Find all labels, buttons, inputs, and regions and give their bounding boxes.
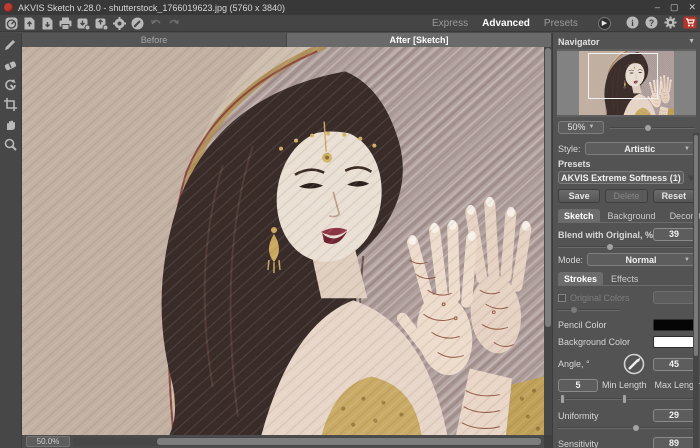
canvas-vertical-scrollbar[interactable] bbox=[544, 47, 552, 435]
canvas-zoom-indicator: 50.0% bbox=[26, 436, 70, 447]
image-canvas[interactable] bbox=[22, 47, 544, 435]
tab-sketch[interactable]: Sketch bbox=[558, 209, 600, 222]
mode-dropdown[interactable]: Normal▼ bbox=[587, 253, 695, 266]
style-dropdown[interactable]: Artistic▼ bbox=[585, 142, 695, 155]
hand-tool-icon[interactable] bbox=[3, 117, 19, 131]
tool-strip bbox=[0, 33, 22, 448]
length-range-slider[interactable] bbox=[558, 394, 695, 404]
history-brush-tool-icon[interactable] bbox=[3, 77, 19, 91]
hscroll-thumb[interactable] bbox=[157, 438, 541, 445]
settings-gear-icon[interactable] bbox=[663, 16, 678, 29]
sensitivity-label: Sensitivity bbox=[558, 439, 653, 448]
tab-after-sketch[interactable]: After [Sketch] bbox=[287, 33, 552, 47]
maximize-button[interactable]: ▢ bbox=[670, 3, 679, 12]
original-colors-checkbox bbox=[558, 294, 566, 302]
redo-icon bbox=[166, 17, 181, 30]
original-colors-label: Original Colors bbox=[570, 293, 649, 303]
navigator-thumbnail[interactable] bbox=[557, 49, 696, 117]
preset-dropdown[interactable]: AKVIS Extreme Softness (1)▼ bbox=[558, 171, 684, 184]
export-presets-icon[interactable] bbox=[94, 17, 109, 30]
save-preset-button[interactable]: Save bbox=[558, 189, 600, 203]
min-length-handle[interactable] bbox=[560, 394, 565, 404]
navigator-left-pad bbox=[557, 51, 579, 115]
import-presets-icon[interactable] bbox=[76, 17, 91, 30]
delete-preset-button: Delete bbox=[605, 189, 647, 203]
workspace-tab-advanced[interactable]: Advanced bbox=[482, 18, 530, 29]
svg-text:?: ? bbox=[649, 18, 655, 28]
angle-dial-icon[interactable] bbox=[623, 353, 645, 375]
print-icon[interactable] bbox=[58, 17, 73, 30]
app-window: AKVIS Sketch v.28.0 - shutterstock_17660… bbox=[0, 0, 700, 448]
zoom-slider[interactable] bbox=[609, 123, 695, 132]
pencil-color-swatch[interactable] bbox=[653, 319, 695, 331]
style-value: Artistic bbox=[586, 144, 694, 154]
crop-tool-icon[interactable] bbox=[3, 97, 19, 111]
original-colors-value bbox=[653, 291, 695, 304]
blend-label: Blend with Original, % bbox=[558, 230, 653, 240]
canvas-horizontal-scrollbar[interactable]: 50.0% bbox=[22, 435, 544, 448]
style-label: Style: bbox=[558, 144, 581, 154]
title-bar: AKVIS Sketch v.28.0 - shutterstock_17660… bbox=[0, 0, 700, 15]
max-length-handle[interactable] bbox=[622, 394, 627, 404]
workspace-tab-presets[interactable]: Presets bbox=[544, 18, 578, 29]
buy-cart-icon[interactable] bbox=[682, 16, 697, 29]
help-icon[interactable]: ? bbox=[644, 16, 659, 29]
tab-strokes[interactable]: Strokes bbox=[558, 272, 603, 285]
quick-launch-icon[interactable] bbox=[4, 17, 19, 30]
min-length-label: Min Length bbox=[602, 380, 647, 390]
background-color-swatch[interactable] bbox=[653, 336, 695, 348]
eraser-tool-icon[interactable] bbox=[3, 57, 19, 71]
info-icon[interactable]: i bbox=[625, 16, 640, 29]
angle-label: Angle, ° bbox=[558, 359, 623, 369]
uniformity-slider[interactable] bbox=[558, 423, 695, 432]
min-length-value[interactable]: 5 bbox=[558, 379, 598, 392]
blend-value[interactable]: 39 bbox=[653, 228, 695, 241]
mode-label: Mode: bbox=[558, 255, 583, 265]
zoom-level-value: 50% bbox=[568, 122, 586, 132]
close-button[interactable]: ✕ bbox=[688, 3, 696, 12]
pencil-tool-icon[interactable] bbox=[3, 37, 19, 51]
workspace-tab-express[interactable]: Express bbox=[432, 18, 468, 29]
uniformity-label: Uniformity bbox=[558, 411, 653, 421]
navigator-title: Navigator bbox=[558, 37, 600, 47]
minimize-button[interactable]: – bbox=[655, 3, 660, 12]
uniformity-value[interactable]: 29 bbox=[653, 409, 695, 422]
tab-effects[interactable]: Effects bbox=[605, 272, 644, 285]
reset-button[interactable]: Reset bbox=[653, 189, 695, 203]
mode-value: Normal bbox=[588, 255, 694, 265]
batch-processing-icon[interactable] bbox=[112, 17, 127, 30]
tab-before[interactable]: Before bbox=[22, 33, 287, 47]
navigator-header[interactable]: Navigator ▼ bbox=[558, 35, 695, 48]
app-logo-icon bbox=[4, 3, 13, 12]
window-title: AKVIS Sketch v.28.0 - shutterstock_17660… bbox=[18, 3, 285, 13]
run-button[interactable]: ▶ bbox=[598, 17, 611, 30]
blend-slider[interactable] bbox=[558, 242, 695, 251]
undo-icon bbox=[148, 17, 163, 30]
sketch-portrait-image bbox=[22, 47, 544, 435]
original-colors-slider bbox=[558, 305, 620, 314]
pencil-color-label: Pencil Color bbox=[558, 320, 653, 330]
navigator-collapse-icon[interactable]: ▼ bbox=[688, 38, 695, 45]
zoom-tool-icon[interactable] bbox=[3, 137, 19, 151]
navigator-right-pad bbox=[674, 51, 696, 115]
presets-label: Presets bbox=[558, 159, 695, 170]
canvas-area: Before After [Sketch] 50.0% bbox=[22, 33, 552, 448]
sensitivity-value[interactable]: 89 bbox=[653, 437, 695, 448]
zoom-level-dropdown[interactable]: 50%▼ bbox=[558, 121, 604, 134]
tab-background[interactable]: Background bbox=[602, 209, 662, 222]
save-image-icon[interactable] bbox=[40, 17, 55, 30]
share-icon[interactable] bbox=[130, 17, 145, 30]
main-toolbar: Express Advanced Presets ▶ i ? bbox=[0, 15, 700, 32]
settings-panel: Navigator ▼ 50%▼ Style: bbox=[552, 33, 700, 448]
open-image-icon[interactable] bbox=[22, 17, 37, 30]
angle-value[interactable]: 45 bbox=[653, 358, 695, 371]
navigator-view-rectangle[interactable] bbox=[588, 53, 658, 99]
panel-scrollbar[interactable] bbox=[693, 133, 699, 448]
preset-value: AKVIS Extreme Softness (1) bbox=[559, 173, 683, 183]
background-color-label: Background Color bbox=[558, 337, 653, 347]
